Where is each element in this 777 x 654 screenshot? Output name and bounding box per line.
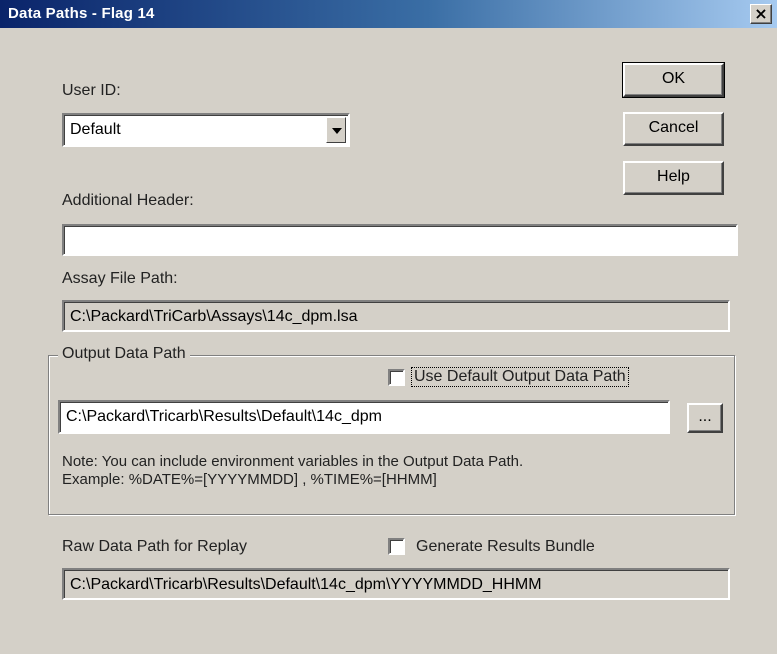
browse-button[interactable]: ... — [687, 403, 723, 433]
generate-results-bundle-checkbox[interactable] — [388, 538, 405, 555]
browse-button-label: ... — [698, 408, 712, 425]
chevron-down-icon[interactable] — [326, 117, 346, 143]
use-default-output-checkbox[interactable] — [388, 369, 405, 386]
assay-file-path-label: Assay File Path: — [62, 270, 178, 287]
additional-header-label: Additional Header: — [62, 192, 194, 209]
raw-data-path-label: Raw Data Path for Replay — [62, 538, 247, 555]
help-button-label: Help — [657, 168, 690, 185]
cancel-button-label: Cancel — [648, 119, 699, 136]
close-button[interactable]: × — [750, 4, 772, 24]
output-data-path-group-label: Output Data Path — [58, 345, 190, 363]
assay-file-path-field: C:\Packard\TriCarb\Assays\14c_dpm.lsa — [62, 300, 730, 332]
user-id-label: User ID: — [62, 82, 121, 99]
user-id-dropdown[interactable]: Default — [62, 113, 350, 147]
generate-results-bundle-label[interactable]: Generate Results Bundle — [416, 538, 595, 556]
title-bar[interactable]: Data Paths - Flag 14 × — [0, 0, 777, 28]
output-data-path-value: C:\Packard\Tricarb\Results\Default\14c_d… — [66, 408, 382, 425]
ok-button-label: OK — [661, 70, 686, 87]
output-data-path-input[interactable]: C:\Packard\Tricarb\Results\Default\14c_d… — [58, 400, 670, 434]
user-id-selected: Default — [70, 121, 121, 138]
raw-data-path-field: C:\Packard\Tricarb\Results\Default\14c_d… — [62, 568, 730, 600]
help-button[interactable]: Help — [623, 161, 724, 195]
assay-file-path-value: C:\Packard\TriCarb\Assays\14c_dpm.lsa — [70, 308, 358, 325]
output-path-example: Example: %DATE%=[YYYYMMDD] , %TIME%=[HHM… — [62, 471, 437, 488]
raw-data-path-value: C:\Packard\Tricarb\Results\Default\14c_d… — [70, 576, 542, 593]
cancel-button[interactable]: Cancel — [623, 112, 724, 146]
window-title: Data Paths - Flag 14 — [8, 5, 155, 22]
use-default-output-label[interactable]: Use Default Output Data Path — [411, 367, 629, 387]
output-path-note: Note: You can include environment variab… — [62, 453, 524, 470]
ok-button[interactable]: OK — [622, 62, 725, 98]
additional-header-input[interactable] — [62, 224, 738, 256]
close-icon: × — [754, 4, 768, 23]
data-paths-dialog: Data Paths - Flag 14 × User ID: Default … — [0, 0, 777, 654]
